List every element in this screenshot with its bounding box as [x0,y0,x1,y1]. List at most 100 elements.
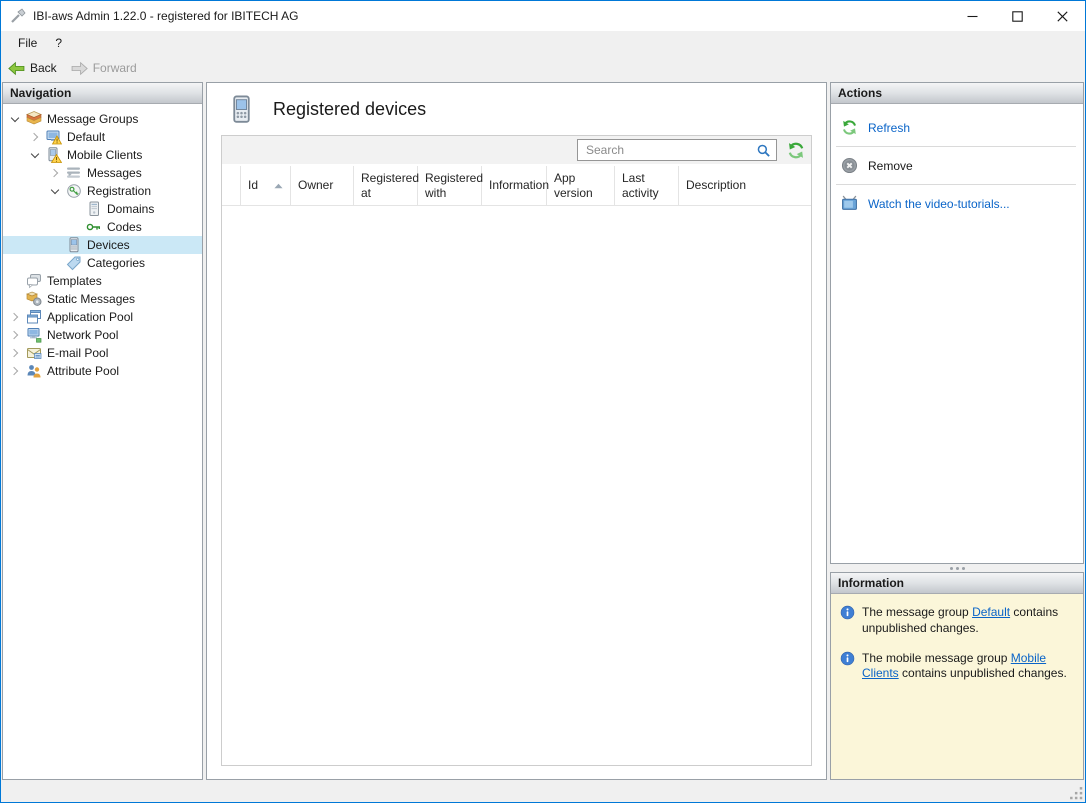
column-header-registered-with[interactable]: Registered with [418,166,483,205]
tree-item-label: Devices [87,238,130,252]
column-header-registered-at[interactable]: Registered at [354,166,420,205]
minimize-button[interactable] [950,1,995,31]
forward-label: Forward [92,61,137,75]
action-remove[interactable]: Remove [831,147,1083,184]
tree-item-messages[interactable]: Messages [3,164,202,182]
right-column: Actions Refresh Remove Watch the video-tut… [830,82,1084,780]
grid-refresh-icon[interactable] [786,141,806,160]
tree-item-network-pool[interactable]: Network Pool [3,326,202,344]
tree-item-categories[interactable]: Categories [3,254,202,272]
tree-item-label: Network Pool [47,328,119,342]
tv-icon [841,195,858,212]
tree-item-static-messages[interactable]: Static Messages [3,290,202,308]
information-note: The message group Default contains unpub… [840,605,1075,637]
actions-panel-header: Actions [831,83,1083,104]
column-header-last-activity[interactable]: Last activity [615,166,679,205]
chevron-collapsed-icon[interactable] [6,309,24,325]
information-panel-header: Information [831,573,1083,594]
column-header-id[interactable]: Id [241,166,291,205]
messages-icon [66,165,82,181]
chevron-collapsed-icon[interactable] [46,165,64,181]
tree-item-label: Application Pool [47,310,134,324]
close-button[interactable] [1040,1,1085,31]
tree-item-label: Mobile Clients [67,148,143,162]
grid-header: Id Owner Registered at Registered with Infor… [222,166,811,206]
tree-item-domains[interactable]: Domains [3,200,202,218]
action-watch-the-video-tutorials[interactable]: Watch the video-tutorials... [831,185,1083,222]
tree-item-e-mail-pool[interactable]: E-mail Pool [3,344,202,362]
tree-item-label: E-mail Pool [47,346,109,360]
search-icon[interactable] [756,143,771,158]
forward-button[interactable]: Forward [68,60,140,77]
search-input[interactable] [578,140,756,160]
actions-list: Refresh Remove Watch the video-tutorials..… [831,104,1083,222]
tree-item-application-pool[interactable]: Application Pool [3,308,202,326]
attribute-pool-icon [26,363,42,379]
tree-item-mobile-clients[interactable]: Mobile Clients [3,146,202,164]
navigation-panel-header: Navigation [3,83,202,104]
resize-grip[interactable] [1069,786,1083,800]
registration-icon [66,183,82,199]
grid-body-empty [222,206,811,765]
panel-splitter-handle[interactable] [830,564,1084,572]
actions-panel: Actions Refresh Remove Watch the video-tut… [830,82,1084,564]
tree-item-attribute-pool[interactable]: Attribute Pool [3,362,202,380]
note-suffix: contains unpublished changes. [898,666,1067,681]
chevron-expanded-icon[interactable] [46,183,64,199]
application-pool-icon [26,309,42,325]
column-header-blank[interactable] [222,166,241,205]
tree-item-codes[interactable]: Codes [3,218,202,236]
registered-devices-icon [227,95,256,124]
menu-item-help[interactable]: ? [46,33,71,53]
window-title: IBI-aws Admin 1.22.0 - registered for IB… [33,9,299,23]
column-label: Id [248,178,259,192]
chevron-expanded-icon[interactable] [6,111,24,127]
email-pool-icon [26,345,42,361]
tree-item-registration[interactable]: Registration [3,182,202,200]
splitter-dot [955,566,959,570]
column-label: Registered at [361,170,420,200]
mobile-clients-icon [46,147,62,163]
maximize-button[interactable] [995,1,1040,31]
action-label: Watch the video-tutorials... [868,196,1010,211]
default-group-icon [46,129,62,145]
action-refresh[interactable]: Refresh [831,109,1083,146]
tree-item-label: Default [67,130,106,144]
column-label: App version [554,170,593,200]
close-icon [1057,10,1068,22]
note-link-default[interactable]: Default [972,605,1010,619]
main-panel: Registered devices Id Owner Registered atR… [206,82,827,780]
chevron-collapsed-icon[interactable] [6,345,24,361]
tree-item-label: Codes [107,220,142,234]
chevron-collapsed-icon[interactable] [6,363,24,379]
tree-item-label: Categories [87,256,146,270]
navigation-tree: Message Groups Default Mobile Clients Messa… [3,104,202,779]
column-header-owner[interactable]: Owner [291,166,354,205]
codes-icon [86,219,102,235]
information-note-text: The mobile message group Mobile Clients … [862,651,1075,683]
note-prefix: The message group [862,605,973,619]
back-button[interactable]: Back [5,60,60,77]
tree-item-default[interactable]: Default [3,128,202,146]
categories-icon [66,255,82,271]
network-pool-icon [26,327,42,343]
devices-grid: Id Owner Registered atRegistered with Infor… [221,135,812,766]
refresh-icon [841,119,858,136]
tree-item-templates[interactable]: Templates [3,272,202,290]
chevron-collapsed-icon[interactable] [26,129,44,145]
tree-item-label: Message Groups [47,112,139,126]
info-icon [840,605,855,620]
column-header-description[interactable]: Description [679,166,811,205]
chevron-collapsed-icon[interactable] [6,327,24,343]
search-box [577,139,777,161]
tree-item-devices[interactable]: Devices [3,236,202,254]
column-label: Description [686,178,747,192]
tree-item-message-groups[interactable]: Message Groups [3,110,202,128]
column-header-information[interactable]: Information [482,166,549,205]
menu-item-file[interactable]: File [9,33,46,53]
chevron-expanded-icon[interactable] [26,147,44,163]
column-header-app-version[interactable]: App version [547,166,615,205]
